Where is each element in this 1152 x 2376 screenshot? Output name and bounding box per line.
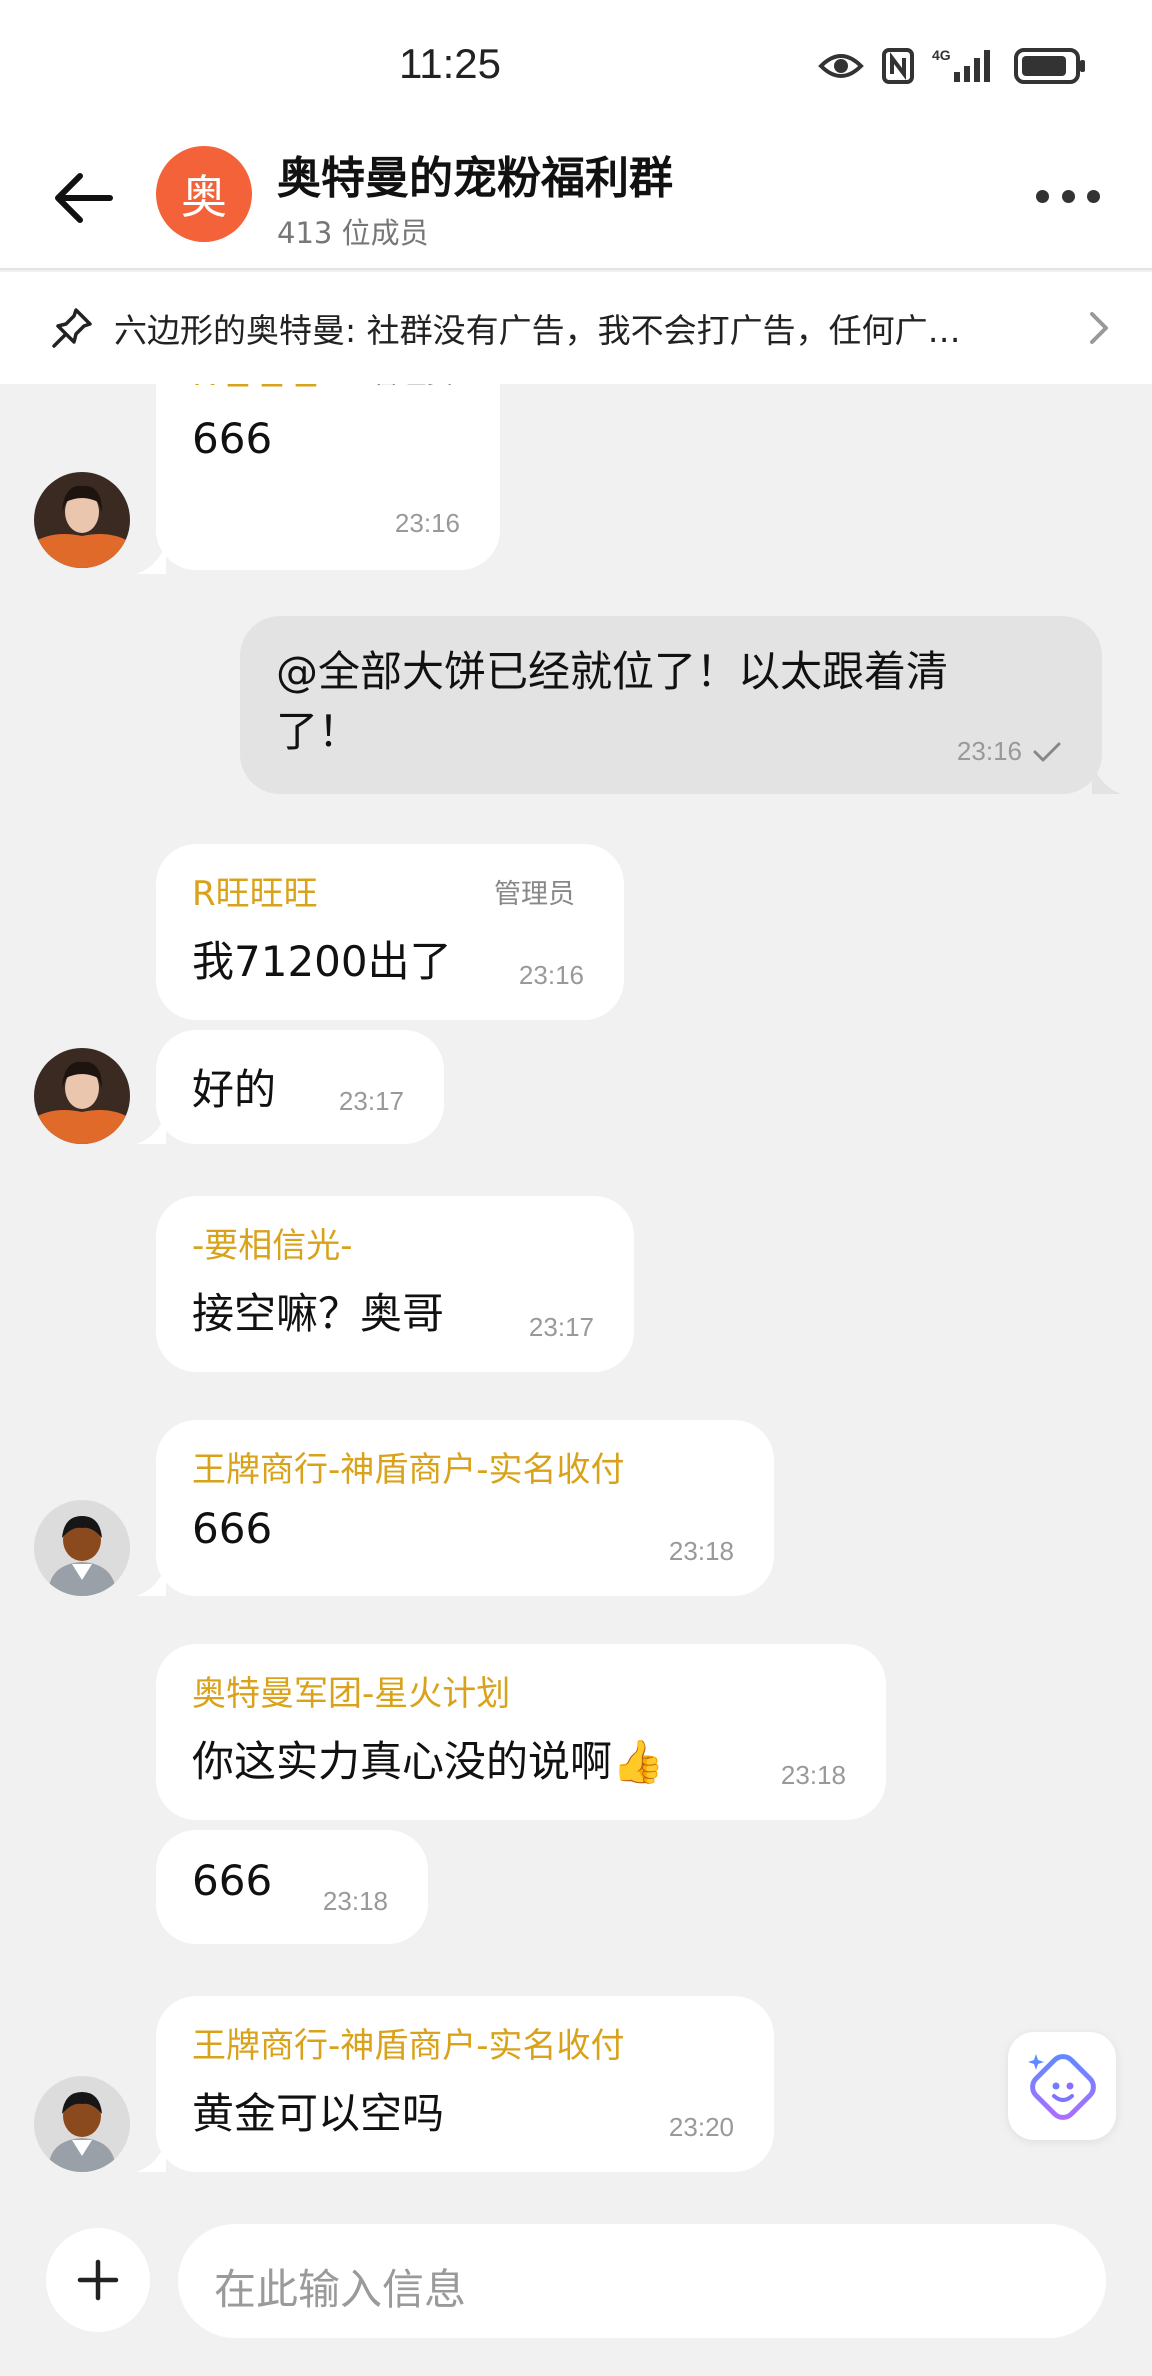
sender-name: R旺旺旺 <box>192 874 318 914</box>
message-list[interactable]: R旺旺旺 管理员 666 23:16 @全部大饼已经就位了！以太跟着清 了！ 2… <box>0 384 1152 2216</box>
message-time: 23:16 <box>394 508 460 538</box>
message-text: 666 <box>192 1504 273 1553</box>
message-time: 23:18 <box>322 1886 388 1916</box>
plus-icon <box>77 2259 119 2301</box>
nfc-icon <box>882 48 914 84</box>
group-name[interactable]: 奥特曼的宠粉福利群 <box>277 142 673 206</box>
chat-header: 奥 奥特曼的宠粉福利群 413 位成员 <box>0 128 1152 270</box>
my-message-bubble[interactable]: @全部大饼已经就位了！以太跟着清 了！ 23:16 <box>240 616 1102 794</box>
status-time: 11:25 <box>399 40 501 87</box>
message-time: 23:18 <box>668 1536 734 1566</box>
message-text: 黄金可以空吗 <box>192 2089 445 2138</box>
bubble-tail <box>136 2142 166 2172</box>
role-badge: 管理员 <box>494 879 575 910</box>
message-time: 23:17 <box>528 1312 594 1342</box>
chevron-right-icon <box>1090 312 1108 344</box>
input-placeholder: 在此输入信息 <box>214 2265 467 2314</box>
bubble-tail <box>1092 764 1122 794</box>
message-text: @全部大饼已经就位了！以太跟着清 <box>276 647 949 696</box>
role-badge: 管理员 <box>372 384 453 391</box>
ai-sparkle-face-icon <box>1028 2054 1096 2120</box>
bubble-tail <box>136 1566 166 1596</box>
default-user-avatar-icon <box>34 2076 130 2172</box>
message-bubble[interactable]: 奥特曼军团-星火计划 你这实力真心没的说啊👍 23:18 <box>156 1644 886 1820</box>
message-input[interactable]: 在此输入信息 <box>178 2224 1106 2338</box>
message-text: 你这实力真心没的说啊👍 <box>192 1737 665 1786</box>
group-avatar[interactable]: 奥 <box>156 146 252 242</box>
eye-icon <box>818 50 864 82</box>
sender-name: 王牌商行-神盾商户-实名收付 <box>192 1450 625 1490</box>
ai-assistant-button[interactable] <box>1008 2032 1116 2140</box>
message-bubble[interactable]: -要相信光- 接空嘛？奥哥 23:17 <box>156 1196 634 1372</box>
status-bar: 11:25 4G <box>0 0 1152 128</box>
message-text: 接空嘛？奥哥 <box>192 1289 445 1338</box>
woman-avatar-icon <box>34 1048 130 1144</box>
sent-check-icon <box>1033 742 1061 762</box>
message-time: 23:20 <box>668 2112 734 2142</box>
avatar[interactable] <box>34 1048 130 1144</box>
dot-icon <box>1036 189 1049 203</box>
sender-name: -要相信光- <box>192 1226 353 1266</box>
network-label: 4G <box>932 47 951 63</box>
signal-4g-icon: 4G <box>932 46 996 86</box>
status-icons: 4G <box>818 44 1086 88</box>
message-bubble[interactable]: 好的 23:17 <box>156 1030 444 1144</box>
message-text: 666 <box>192 1856 273 1905</box>
dot-icon <box>1087 189 1100 203</box>
avatar[interactable] <box>34 1500 130 1596</box>
sender-name: 奥特曼军团-星火计划 <box>192 1674 511 1714</box>
default-user-avatar-icon <box>34 1500 130 1596</box>
message-time: 23:17 <box>338 1086 404 1116</box>
sender-name: 王牌商行-神盾商户-实名收付 <box>192 2026 625 2066</box>
member-count: 413 位成员 <box>277 216 429 250</box>
message-bubble[interactable]: R旺旺旺 管理员 666 23:16 <box>156 384 500 570</box>
woman-avatar-icon <box>34 472 130 568</box>
message-bubble[interactable]: 666 23:18 <box>156 1830 428 1944</box>
avatar[interactable] <box>34 472 130 568</box>
arrow-left-icon <box>55 173 113 223</box>
message-text: 我71200出了 <box>192 937 452 986</box>
sender-name: R旺旺旺 <box>192 384 318 395</box>
message-text-line2: 了！ <box>276 707 361 756</box>
input-bar: 在此输入信息 <box>0 2216 1152 2376</box>
message-time: 23:18 <box>780 1760 846 1790</box>
message-time: 23:16 <box>956 736 1022 766</box>
battery-icon <box>1014 48 1086 84</box>
bubble-tail <box>136 1114 166 1144</box>
message-text: 好的 <box>192 1065 277 1114</box>
message-bubble[interactable]: 王牌商行-神盾商户-实名收付 666 23:18 <box>156 1420 774 1596</box>
pinned-text: 六边形的奥特曼: 社群没有广告，我不会打广告，任何广… <box>114 311 961 350</box>
pinned-message-bar[interactable]: 六边形的奥特曼: 社群没有广告，我不会打广告，任何广… <box>0 272 1152 384</box>
message-bubble[interactable]: 王牌商行-神盾商户-实名收付 黄金可以空吗 23:20 <box>156 1996 774 2172</box>
back-button[interactable] <box>50 168 116 228</box>
add-attachment-button[interactable] <box>46 2228 150 2332</box>
message-text: 666 <box>192 414 273 463</box>
avatar[interactable] <box>34 2076 130 2172</box>
bubble-tail <box>136 544 166 574</box>
more-options-button[interactable] <box>1036 184 1100 208</box>
pin-icon <box>52 308 92 348</box>
message-bubble[interactable]: R旺旺旺 管理员 我71200出了 23:16 <box>156 844 624 1020</box>
dot-icon <box>1061 189 1075 203</box>
message-time: 23:16 <box>518 960 584 990</box>
